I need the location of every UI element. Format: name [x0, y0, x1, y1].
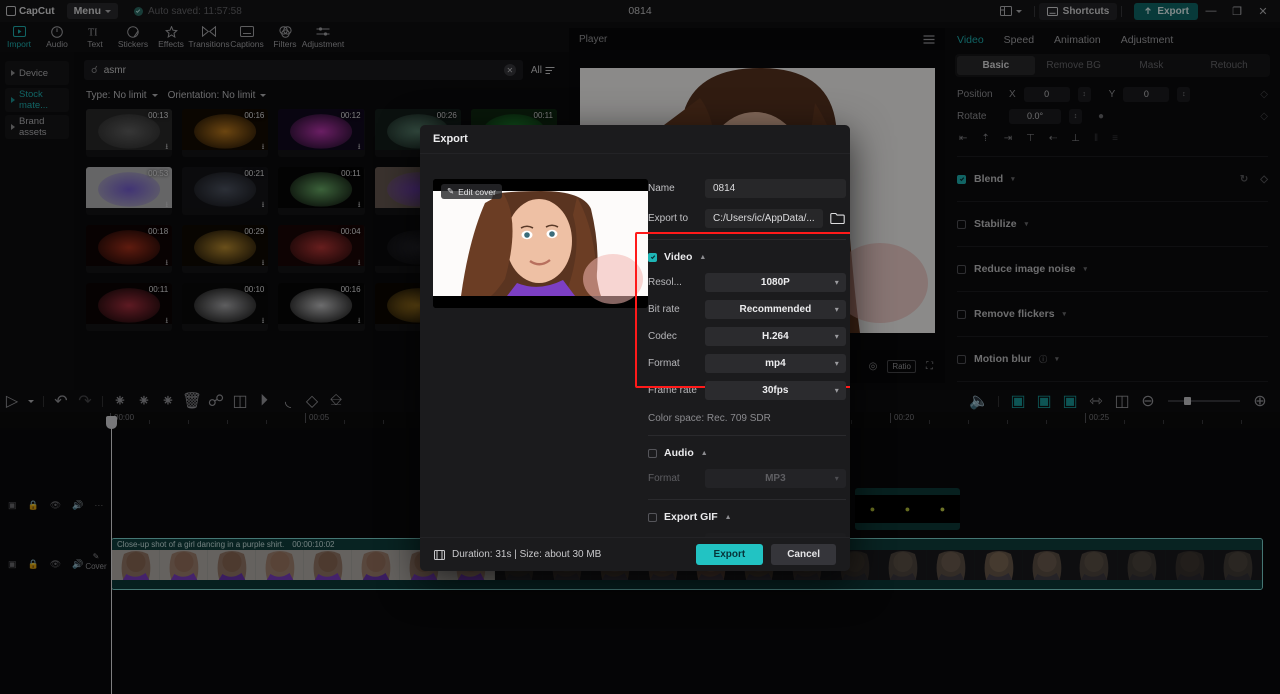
video-field-row: Frame rate 30fps ▾ — [648, 381, 846, 400]
audio-format-row: Format MP3 ▾ — [648, 469, 846, 488]
video-checkbox[interactable] — [648, 252, 657, 262]
export-dialog-title: Export — [420, 125, 850, 154]
cover-preview-section: ✎ Edit cover — [420, 154, 648, 537]
video-field-value: 30fps — [762, 385, 789, 396]
video-field-label: Resol... — [648, 277, 682, 288]
video-field-label: Codec — [648, 331, 677, 342]
chevron-down-icon: ▾ — [834, 359, 839, 368]
collapse-caret-icon[interactable]: ▲ — [725, 514, 732, 521]
audio-checkbox[interactable] — [648, 448, 657, 458]
gif-resolution-row: ▾ — [648, 533, 846, 537]
collapse-caret-icon[interactable]: ▲ — [699, 254, 706, 261]
video-section-header[interactable]: Video ▲ — [648, 251, 846, 263]
video-field-label: Frame rate — [648, 385, 697, 396]
chevron-down-icon: ▾ — [834, 386, 839, 395]
audio-format-select[interactable]: MP3 ▾ — [705, 469, 846, 488]
chevron-down-icon: ▾ — [834, 305, 839, 314]
video-field-row: Format mp4 ▾ — [648, 354, 846, 373]
export-confirm-button[interactable]: Export — [695, 544, 764, 565]
chevron-down-icon: ▾ — [834, 474, 839, 483]
video-field-label: Bit rate — [648, 304, 680, 315]
video-field-select[interactable]: mp4 ▾ — [705, 354, 846, 373]
edit-cover-label: Edit cover — [458, 186, 496, 197]
collapse-caret-icon[interactable]: ▲ — [701, 450, 708, 457]
video-field-row: Resol... 1080P ▾ — [648, 273, 846, 292]
folder-icon[interactable] — [829, 210, 846, 227]
export-summary: Duration: 31s | Size: about 30 MB — [434, 549, 601, 560]
export-to-label: Export to — [648, 213, 689, 224]
export-dialog-footer: Duration: 31s | Size: about 30 MB Export… — [420, 537, 850, 571]
video-field-row: Codec H.264 ▾ — [648, 327, 846, 346]
audio-format-label: Format — [648, 473, 680, 484]
gif-section-header[interactable]: Export GIF ▲ — [648, 511, 846, 523]
gif-section-label: Export GIF — [664, 511, 718, 523]
pencil-icon: ✎ — [447, 186, 455, 196]
edit-cover-button[interactable]: ✎ Edit cover — [441, 184, 502, 199]
video-field-value: H.264 — [762, 331, 789, 342]
audio-section-header[interactable]: Audio ▲ — [648, 447, 846, 459]
color-space-label: Color space: Rec. 709 SDR — [648, 413, 771, 424]
export-dialog: Export ✎ Edit cover Name 0814 Export to … — [420, 125, 850, 571]
video-field-label: Format — [648, 358, 680, 369]
cancel-button[interactable]: Cancel — [771, 544, 836, 565]
export-to-row: Export to C:/Users/ic/AppData/... — [648, 209, 846, 228]
footer-info-label: Duration: 31s | Size: about 30 MB — [452, 549, 602, 560]
capcut-window: CapCut Menu Auto saved: 11:57:58 0814 Sh… — [0, 0, 1280, 694]
video-field-select[interactable]: 30fps ▾ — [705, 381, 846, 400]
video-field-value: Recommended — [739, 304, 812, 315]
video-field-row: Bit rate Recommended ▾ — [648, 300, 846, 319]
footer-buttons: Export Cancel — [695, 544, 836, 565]
audio-section-label: Audio — [664, 447, 694, 459]
video-field-select[interactable]: 1080P ▾ — [705, 273, 846, 292]
gif-field-select[interactable]: ▾ — [705, 533, 846, 537]
divider — [648, 239, 846, 240]
gif-checkbox[interactable] — [648, 512, 657, 522]
video-field-select[interactable]: Recommended ▾ — [705, 300, 846, 319]
divider — [648, 499, 846, 500]
chevron-down-icon: ▾ — [834, 332, 839, 341]
name-row: Name 0814 — [648, 179, 846, 198]
film-icon — [434, 549, 445, 560]
export-settings-section: Name 0814 Export to C:/Users/ic/AppData/… — [635, 154, 850, 537]
chevron-down-icon: ▾ — [834, 278, 839, 287]
video-field-value: mp4 — [765, 358, 786, 369]
name-input[interactable]: 0814 — [705, 179, 846, 198]
export-dialog-body: ✎ Edit cover Name 0814 Export to C:/User… — [420, 154, 850, 537]
video-section-label: Video — [664, 251, 693, 263]
video-fields: Resol... 1080P ▾ Bit rate Recommended ▾ Codec H… — [648, 273, 846, 400]
name-label: Name — [648, 183, 675, 194]
cover-preview[interactable]: ✎ Edit cover — [433, 179, 648, 308]
video-field-value: 1080P — [760, 277, 790, 288]
video-field-select[interactable]: H.264 ▾ — [705, 327, 846, 346]
export-to-input[interactable]: C:/Users/ic/AppData/... — [705, 209, 823, 228]
divider — [648, 435, 846, 436]
audio-format-value: MP3 — [765, 473, 786, 484]
